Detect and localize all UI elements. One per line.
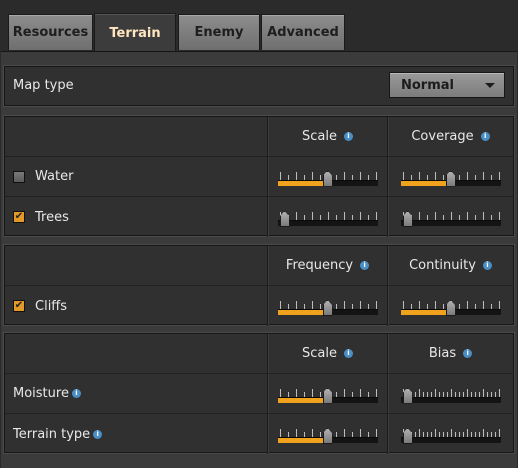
trees-coverage-slider[interactable]	[400, 205, 501, 229]
info-icon[interactable]: i	[343, 132, 353, 141]
cliffs-panel: Frequency i Continuity i ✔ Cliffs	[4, 245, 514, 326]
header-row: Frequency i Continuity i	[5, 246, 513, 286]
trees-scale-slider[interactable]	[277, 205, 378, 229]
cliffs-row: ✔ Cliffs	[5, 286, 513, 326]
info-icon[interactable]: i	[343, 349, 353, 358]
slider-track	[400, 437, 501, 443]
slider-fill	[400, 310, 451, 315]
water-label: Water	[35, 169, 74, 184]
water-scale-slider[interactable]	[277, 165, 378, 189]
info-icon[interactable]: i	[93, 429, 103, 439]
water-trees-panel: Scale i Coverage i Water ✔ Trees	[4, 116, 514, 237]
checkmark-icon: ✔	[14, 300, 24, 311]
cliffs-label: Cliffs	[35, 298, 68, 314]
header-row: Scale i Coverage i	[5, 117, 513, 157]
moisture-row: Moisture i	[5, 374, 513, 414]
info-icon[interactable]: i	[480, 132, 490, 141]
tab-bar: Resources Terrain Enemy Advanced	[0, 0, 518, 52]
cliffs-checkbox[interactable]: ✔	[13, 300, 25, 312]
tab-resources[interactable]: Resources	[8, 14, 93, 50]
info-icon[interactable]: i	[463, 349, 473, 358]
slider-track	[400, 396, 501, 403]
continuity-header: Continuity i	[387, 246, 513, 285]
trees-row: ✔ Trees	[5, 197, 513, 237]
scale-header: Scale i	[267, 117, 387, 156]
bias-header: Bias i	[387, 334, 513, 373]
frequency-header: Frequency i	[267, 246, 387, 285]
cliffs-continuity-slider[interactable]	[400, 294, 501, 318]
terrain-type-bias-slider[interactable]	[400, 422, 501, 446]
checkmark-icon: ✔	[14, 211, 24, 222]
tab-enemy[interactable]: Enemy	[178, 14, 260, 50]
moisture-scale-slider[interactable]	[277, 382, 378, 406]
moisture-label: Moisture	[13, 386, 69, 401]
map-type-value: Normal	[401, 77, 454, 93]
slider-fill	[277, 180, 328, 186]
tab-advanced[interactable]: Advanced	[261, 14, 345, 50]
scale-header: Scale i	[267, 334, 387, 373]
water-row: Water	[5, 157, 513, 197]
slider-fill	[277, 310, 328, 315]
map-type-panel: Map type Normal	[4, 66, 514, 106]
trees-label: Trees	[35, 209, 69, 225]
terrain-type-scale-slider[interactable]	[277, 422, 378, 446]
slider-track	[277, 220, 378, 226]
slider-fill	[277, 397, 328, 403]
slider-fill	[277, 438, 328, 443]
info-icon[interactable]: i	[71, 389, 81, 398]
map-type-label: Map type	[13, 78, 74, 93]
cliffs-frequency-slider[interactable]	[277, 294, 378, 318]
slider-fill	[400, 180, 451, 186]
info-icon[interactable]: i	[482, 261, 492, 270]
water-checkbox[interactable]	[13, 170, 25, 183]
chevron-down-icon	[485, 83, 495, 88]
map-type-dropdown[interactable]: Normal	[389, 72, 505, 98]
trees-checkbox[interactable]: ✔	[13, 211, 25, 223]
water-coverage-slider[interactable]	[400, 165, 501, 189]
terrain-settings-content: Map type Normal Scalei Coveragei Water	[1, 51, 517, 468]
moisture-terrain-panel: Scale i Bias i Moisture i Terrain type i	[4, 333, 514, 454]
terrain-type-row: Terrain type i	[5, 414, 513, 454]
info-icon[interactable]: i	[360, 261, 370, 270]
tab-terrain[interactable]: Terrain	[94, 13, 176, 52]
moisture-bias-slider[interactable]	[400, 382, 501, 406]
header-row: Scale i Bias i	[5, 334, 513, 374]
slider-track	[400, 220, 501, 226]
coverage-header: Coverage i	[387, 117, 513, 156]
terrain-type-label: Terrain type	[13, 426, 91, 442]
